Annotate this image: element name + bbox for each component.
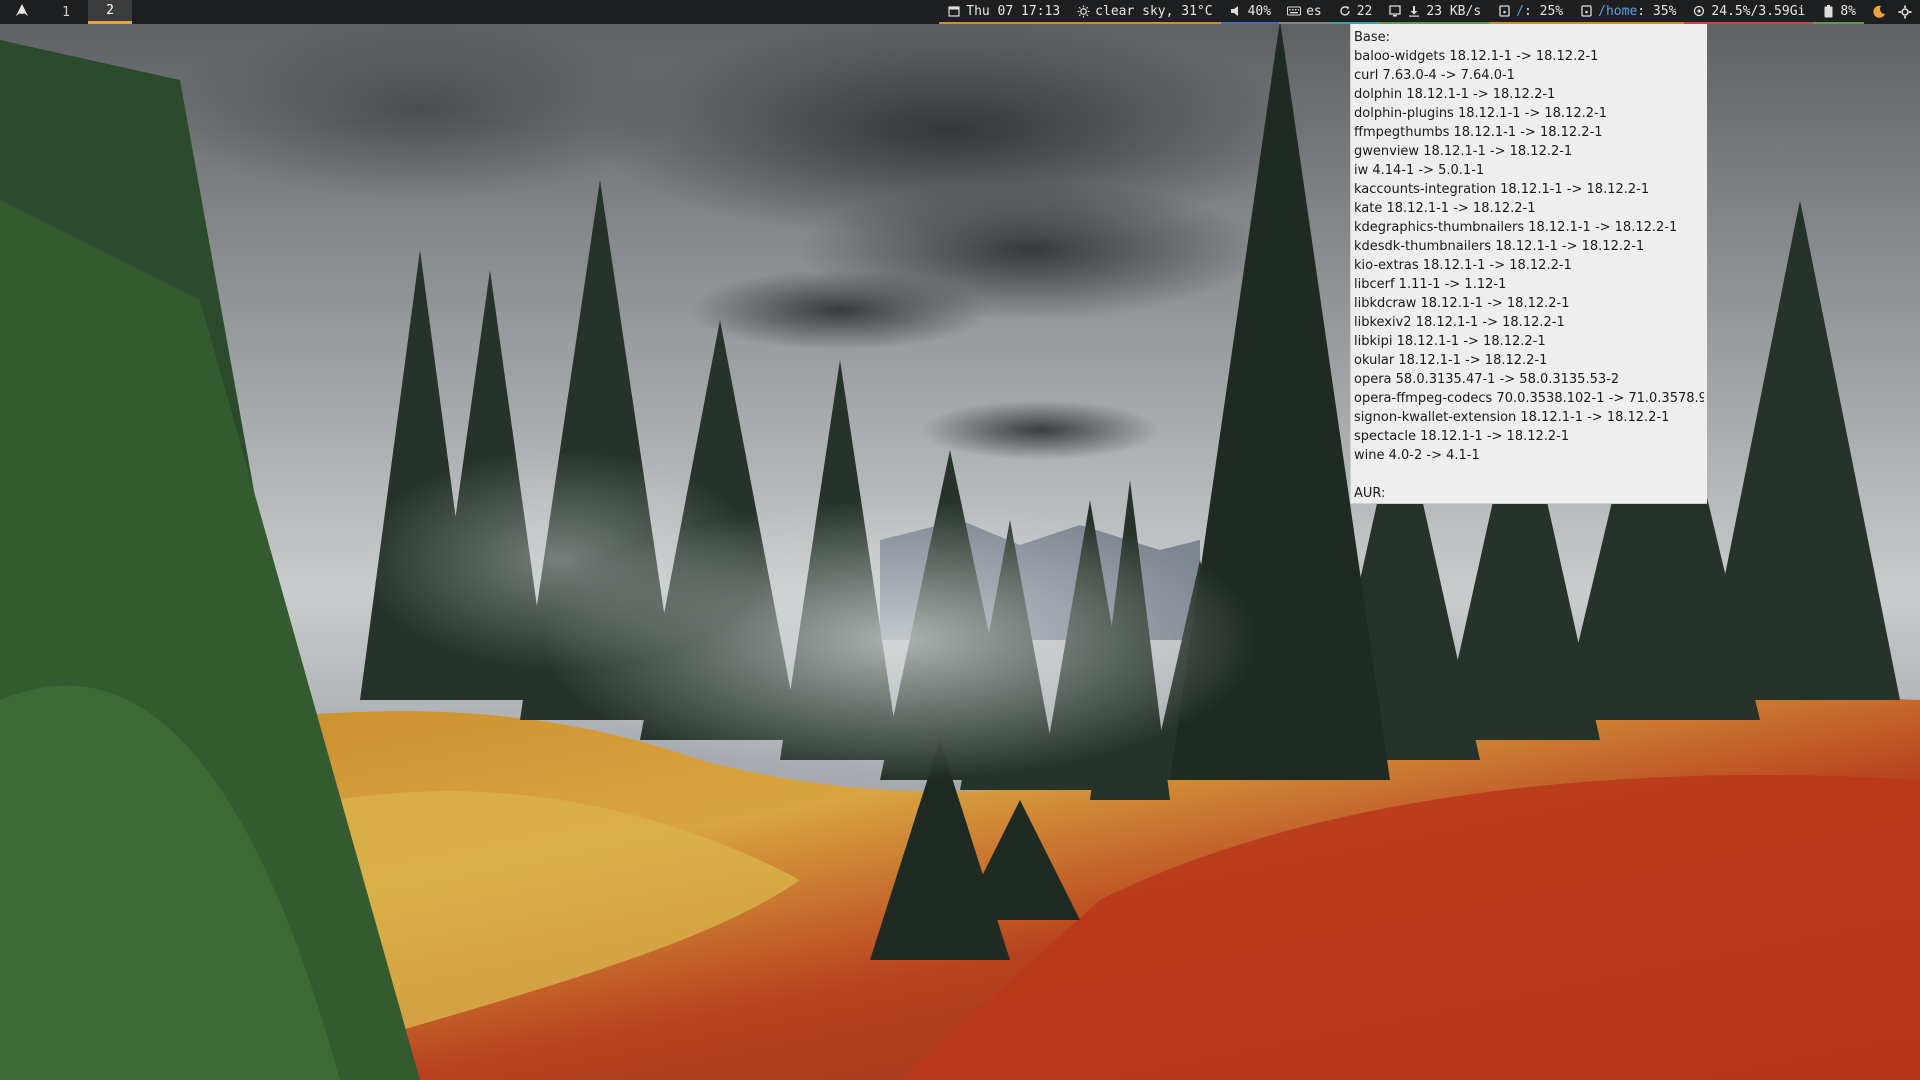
disk-home-usage: : 35% xyxy=(1637,3,1677,19)
package-update-item: kio-extras 18.12.1-1 -> 18.12.2-1 xyxy=(1354,258,1572,273)
package-update-item: libkipi 18.12.1-1 -> 18.12.2-1 xyxy=(1354,334,1546,349)
package-update-item: signon-kwallet-extension 18.12.1-1 -> 18… xyxy=(1354,410,1670,425)
package-update-item: kate 18.12.1-1 -> 18.12.2-1 xyxy=(1354,201,1536,216)
updates-popup: Base: baloo-widgets 18.12.1-1 -> 18.12.2… xyxy=(1350,24,1707,504)
keyboard-layout-module[interactable]: es xyxy=(1279,0,1330,24)
arch-logo-icon xyxy=(15,3,29,21)
package-update-item: curl 7.63.0-4 -> 7.64.0-1 xyxy=(1354,68,1515,83)
cpu-memory-text: 24.5%/3.59Gi xyxy=(1711,3,1806,19)
package-update-item: opera-ffmpeg-codecs 70.0.3538.102-1 -> 7… xyxy=(1354,391,1704,406)
package-update-item: dolphin-plugins 18.12.1-1 -> 18.12.2-1 xyxy=(1354,106,1607,121)
package-update-item: kdegraphics-thumbnailers 18.12.1-1 -> 18… xyxy=(1354,220,1678,235)
package-update-item: baloo-widgets 18.12.1-1 -> 18.12.2-1 xyxy=(1354,49,1599,64)
launcher-button[interactable] xyxy=(0,0,44,24)
package-update-item: wine 4.0-2 -> 4.1-1 xyxy=(1354,448,1480,463)
aur-header: AUR: xyxy=(1354,486,1386,501)
disk-root-usage: : 25% xyxy=(1524,3,1564,19)
disk-icon xyxy=(1579,4,1593,18)
cpu-memory-module[interactable]: 24.5%/3.59Gi xyxy=(1684,0,1814,24)
battery-icon xyxy=(1821,4,1835,18)
updates-count: 22 xyxy=(1356,3,1373,19)
network-speed-text: 23 KB/s xyxy=(1426,3,1482,19)
package-update-item: kaccounts-integration 18.12.1-1 -> 18.12… xyxy=(1354,182,1650,197)
night-light-module[interactable] xyxy=(1864,0,1894,24)
weather-module[interactable]: clear sky, 31°C xyxy=(1068,0,1221,24)
disk-home-module[interactable]: /home: 35% xyxy=(1571,0,1685,24)
workspace-1[interactable]: 1 xyxy=(44,0,88,24)
settings-icon xyxy=(1898,5,1912,19)
network-module[interactable]: 23 KB/s xyxy=(1380,0,1490,24)
battery-text: 8% xyxy=(1840,3,1856,19)
package-update-item: kdesdk-thumbnailers 18.12.1-1 -> 18.12.2… xyxy=(1354,239,1645,254)
workspace-2[interactable]: 2 xyxy=(88,0,132,24)
refresh-icon xyxy=(1338,4,1352,18)
sun-icon xyxy=(1076,4,1090,18)
workspace-switcher: 1 2 xyxy=(0,0,132,24)
battery-module[interactable]: 8% xyxy=(1813,0,1864,24)
volume-module[interactable]: 40% xyxy=(1220,0,1280,24)
speaker-icon xyxy=(1229,4,1243,18)
updates-module[interactable]: 22 xyxy=(1329,0,1381,24)
cpu-icon xyxy=(1692,4,1706,18)
moon-icon xyxy=(1872,5,1886,19)
package-update-item: dolphin 18.12.1-1 -> 18.12.2-1 xyxy=(1354,87,1556,102)
monitor-icon xyxy=(1388,4,1402,18)
status-bar: 1 2 Thu 07 17:13 clear sky, 31°C 40% es … xyxy=(0,0,1920,24)
disk-root-module[interactable]: /: 25% xyxy=(1489,0,1572,24)
disk-root-path: / xyxy=(1516,3,1524,19)
package-update-item: iw 4.14-1 -> 5.0.1-1 xyxy=(1354,163,1485,178)
weather-text: clear sky, 31°C xyxy=(1095,3,1213,19)
package-update-item: okular 18.12.1-1 -> 18.12.2-1 xyxy=(1354,353,1548,368)
package-update-item: spectacle 18.12.1-1 -> 18.12.2-1 xyxy=(1354,429,1570,444)
tray-module[interactable] xyxy=(1894,0,1916,24)
package-update-item: libcerf 1.11-1 -> 1.12-1 xyxy=(1354,277,1507,292)
package-update-item: gwenview 18.12.1-1 -> 18.12.2-1 xyxy=(1354,144,1573,159)
volume-text: 40% xyxy=(1247,3,1272,19)
package-list: baloo-widgets 18.12.1-1 -> 18.12.2-1 curl… xyxy=(1354,47,1704,465)
calendar-icon xyxy=(947,4,961,18)
keyboard-layout-text: es xyxy=(1306,3,1322,19)
disk-home-path: /home xyxy=(1598,3,1638,19)
date-text: Thu 07 17:13 xyxy=(966,3,1061,19)
keyboard-icon xyxy=(1287,4,1302,18)
date-module[interactable]: Thu 07 17:13 xyxy=(939,0,1069,24)
package-update-item: opera 58.0.3135.47-1 -> 58.0.3135.53-2 xyxy=(1354,372,1620,387)
disk-icon xyxy=(1497,4,1511,18)
package-update-item: libkexiv2 18.12.1-1 -> 18.12.2-1 xyxy=(1354,315,1565,330)
download-icon xyxy=(1407,4,1421,18)
package-update-item: libkdcraw 18.12.1-1 -> 18.12.2-1 xyxy=(1354,296,1570,311)
package-update-item: ffmpegthumbs 18.12.1-1 -> 18.12.2-1 xyxy=(1354,125,1603,140)
base-header: Base: xyxy=(1354,30,1391,45)
